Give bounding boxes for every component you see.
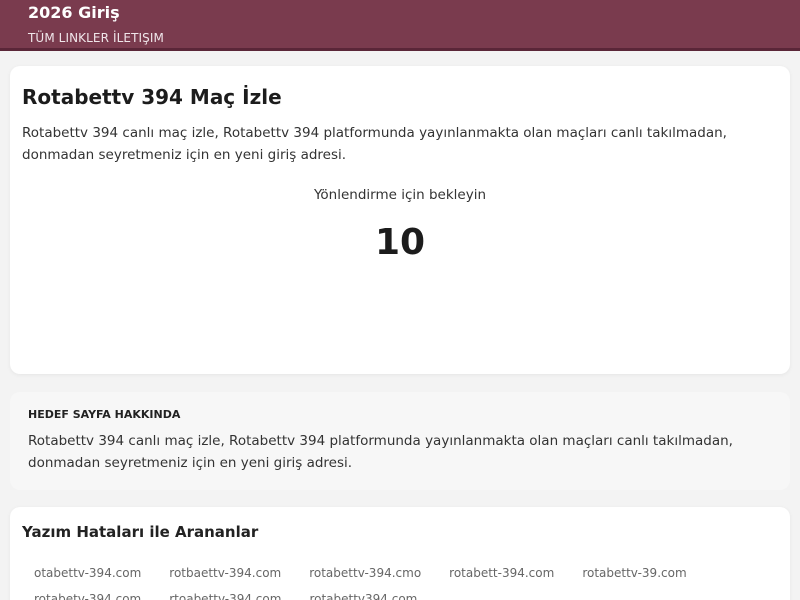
page-title: Rotabettv 394 Maç İzle — [22, 85, 282, 109]
main-card: Rotabettv 394 Maç İzle Rotabettv 394 can… — [10, 66, 790, 374]
typo-link[interactable]: rotabett-394.com — [437, 563, 566, 583]
typo-searches-card: Yazım Hataları ile Arananlar otabettv-39… — [10, 507, 790, 600]
site-title[interactable]: 2026 Giriş — [28, 3, 120, 22]
target-page-description: Rotabettv 394 canlı maç izle, Rotabettv … — [28, 433, 733, 471]
page-description: Rotabettv 394 canlı maç izle, Rotabettv … — [22, 125, 727, 163]
typo-list: otabettv-394.com rotbaettv-394.com rotab… — [22, 563, 782, 600]
target-page-heading: HEDEF SAYFA HAKKINDA — [28, 408, 181, 421]
redirect-label: Yönlendirme için bekleyin — [313, 187, 487, 203]
all-links-contact-link[interactable]: TÜM LINKLER İLETIŞIM — [28, 31, 164, 45]
typo-link[interactable]: rtoabettv-394.com — [157, 589, 293, 600]
typo-link[interactable]: rotbaettv-394.com — [157, 563, 293, 583]
typo-link[interactable]: rotabettv394.com — [297, 589, 429, 600]
typo-searches-heading: Yazım Hataları ile Arananlar — [22, 523, 259, 541]
typo-link[interactable]: rotabettv-394.cmo — [297, 563, 433, 583]
target-page-info-card: HEDEF SAYFA HAKKINDA Rotabettv 394 canlı… — [10, 392, 790, 490]
site-header: 2026 Giriş TÜM LINKLER İLETIŞIM — [0, 0, 800, 51]
typo-link[interactable]: rotabetv-394.com — [22, 589, 153, 600]
countdown-timer: 10 — [374, 222, 426, 263]
typo-link[interactable]: otabettv-394.com — [22, 563, 153, 583]
typo-link[interactable]: rotabettv-39.com — [570, 563, 698, 583]
